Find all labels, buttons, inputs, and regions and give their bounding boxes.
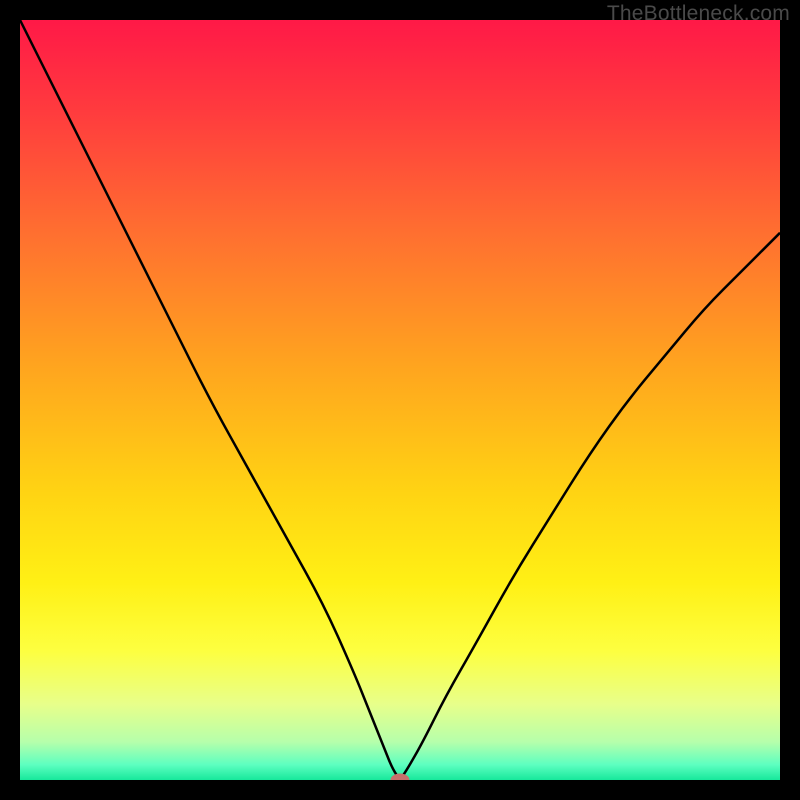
chart-frame: TheBottleneck.com [0, 0, 800, 800]
plot-svg [20, 20, 780, 780]
watermark-label: TheBottleneck.com [607, 2, 790, 26]
gradient-background [20, 20, 780, 780]
plot-area [20, 20, 780, 780]
